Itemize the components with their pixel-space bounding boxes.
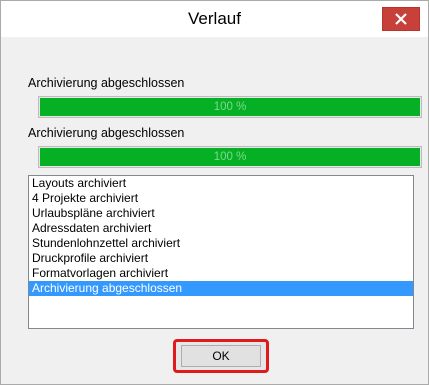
log-item[interactable]: Layouts archiviert	[29, 176, 413, 191]
progress-text-1: 100 %	[213, 101, 247, 113]
progress-text-2: 100 %	[213, 151, 247, 163]
ok-button[interactable]: OK	[173, 339, 269, 373]
progress-bar-2: 100 %	[38, 146, 422, 168]
progress-label-2: Archivierung abgeschlossen	[28, 126, 185, 140]
log-item[interactable]: Druckprofile archiviert	[29, 251, 413, 266]
log-item[interactable]: Urlaubspläne archiviert	[29, 206, 413, 221]
title-bar[interactable]: Verlauf	[1, 1, 428, 37]
progress-label-1: Archivierung abgeschlossen	[28, 76, 185, 90]
close-icon	[395, 13, 407, 25]
log-item[interactable]: Formatvorlagen archiviert	[29, 266, 413, 281]
progress-bar-1: 100 %	[38, 96, 422, 118]
log-item[interactable]: Adressdaten archiviert	[29, 221, 413, 236]
log-item[interactable]: Archivierung abgeschlossen	[29, 281, 413, 296]
log-item[interactable]: Stundenlohnzettel archiviert	[29, 236, 413, 251]
window-title: Verlauf	[188, 9, 241, 28]
ok-button-label: OK	[212, 349, 230, 363]
log-item[interactable]: 4 Projekte archiviert	[29, 191, 413, 206]
close-button[interactable]	[382, 7, 420, 31]
history-dialog: Verlauf Archivierung abgeschlossen 100 %…	[0, 0, 429, 385]
log-listbox[interactable]: Layouts archiviert 4 Projekte archiviert U…	[28, 175, 414, 329]
